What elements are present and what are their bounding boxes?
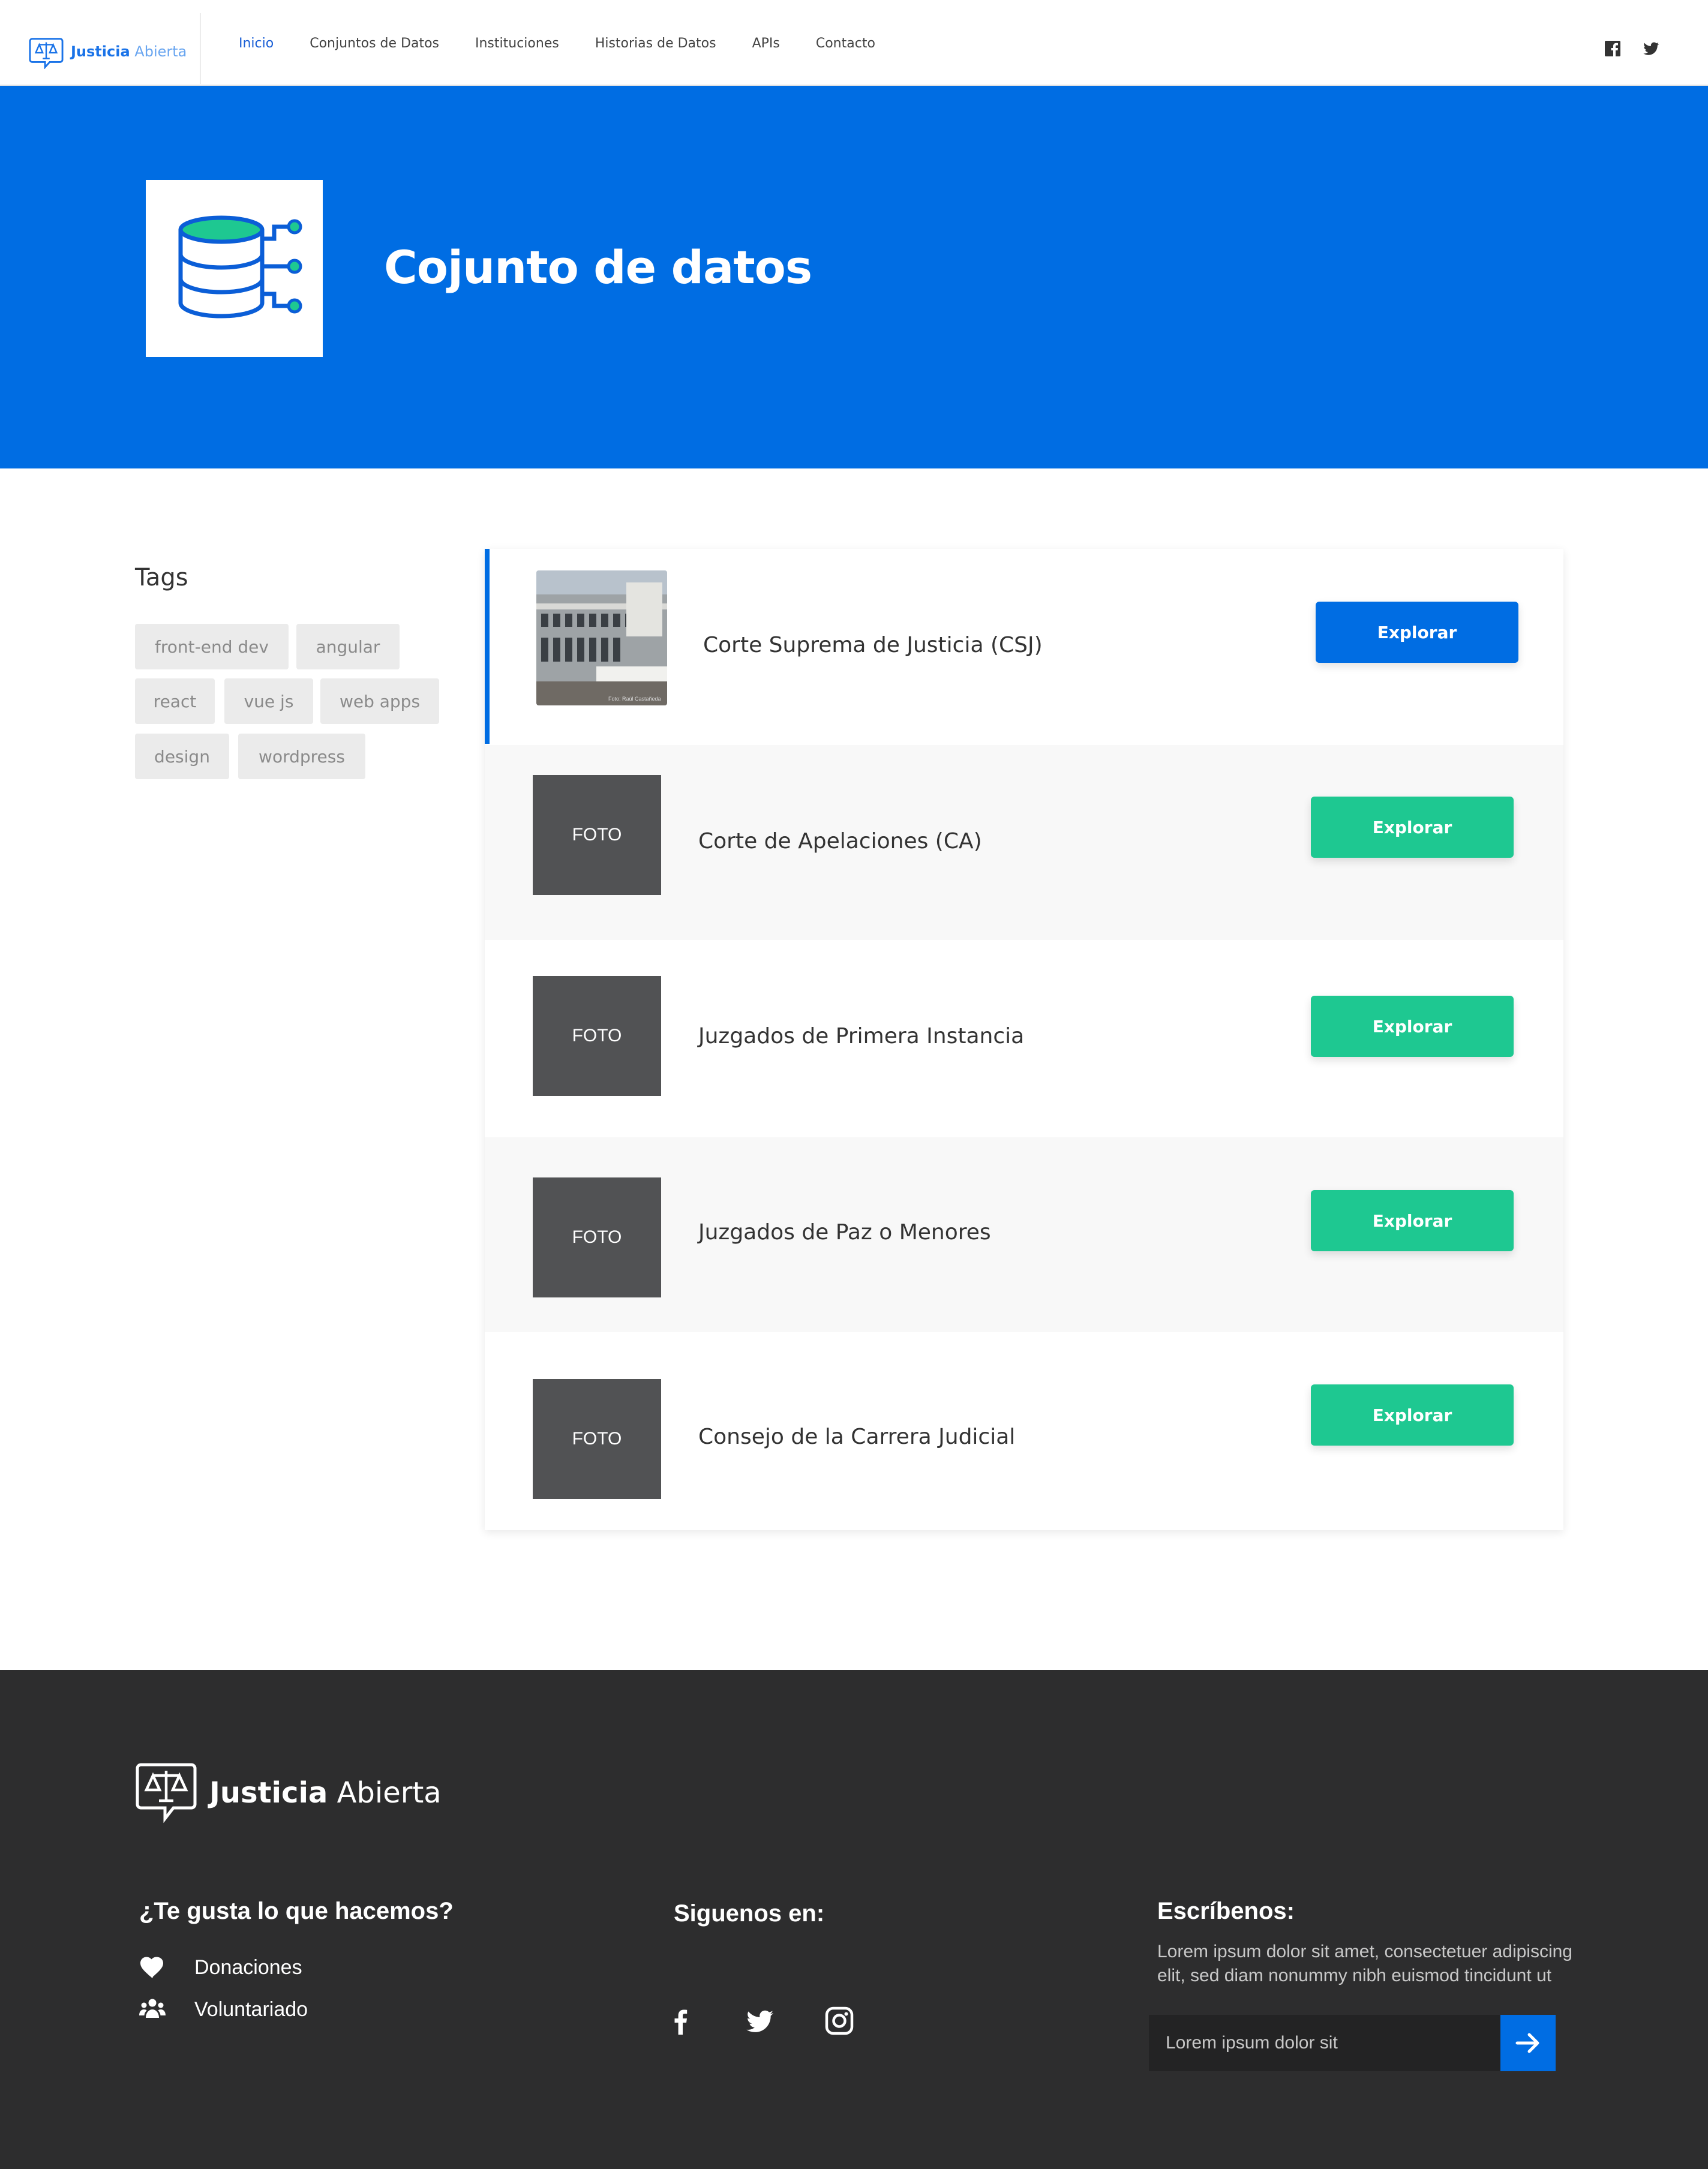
tag-angular[interactable]: angular [296, 624, 400, 669]
explore-button[interactable]: Explorar [1311, 797, 1514, 858]
nav-instituciones[interactable]: Instituciones [475, 36, 559, 51]
twitter-icon[interactable] [745, 2006, 775, 2036]
top-navbar: Justicia Abierta Inicio Conjuntos de Dat… [0, 0, 1708, 86]
explore-button[interactable]: Explorar [1311, 996, 1514, 1057]
tag-wordpress[interactable]: wordpress [238, 734, 365, 779]
submit-button[interactable] [1500, 2015, 1556, 2071]
photo-placeholder: FOTO [533, 976, 661, 1096]
site-footer: Justicia Abierta ¿Te gusta lo que hacemo… [0, 1670, 1708, 2169]
nav-contacto[interactable]: Contacto [816, 36, 875, 51]
people-icon [139, 1999, 166, 2018]
arrow-right-icon [1515, 2033, 1539, 2053]
facebook-icon[interactable] [666, 2006, 696, 2036]
support-heading: ¿Te gusta lo que hacemos? [139, 1898, 454, 1924]
footer-social [666, 2006, 854, 2036]
nav-apis[interactable]: APIs [752, 36, 780, 51]
donations-label: Donaciones [194, 1955, 302, 1979]
list-item[interactable]: Foto: Raúl Castañeda Corte Suprema de Ju… [485, 549, 1563, 744]
header-social [1604, 40, 1660, 58]
photo-caption: Foto: Raúl Castañeda [608, 696, 661, 702]
list-item[interactable]: FOTO Consejo de la Carrera Judicial Expl… [485, 1333, 1563, 1528]
explore-button[interactable]: Explorar [1311, 1384, 1514, 1446]
tag-front-end-dev[interactable]: front-end dev [135, 624, 289, 669]
contact-heading: Escríbenos: [1157, 1898, 1295, 1924]
dataset-title[interactable]: Corte de Apelaciones (CA) [698, 829, 982, 854]
heart-icon [140, 1957, 163, 1978]
list-item[interactable]: FOTO Corte de Apelaciones (CA) Explorar [485, 745, 1563, 940]
page-title: Cojunto de datos [384, 241, 812, 294]
database-icon [178, 215, 302, 319]
dataset-title[interactable]: Juzgados de Primera Instancia [698, 1024, 1024, 1049]
main-nav: Inicio Conjuntos de Datos Instituciones … [239, 36, 911, 51]
tag-design[interactable]: design [135, 734, 229, 779]
list-item[interactable]: FOTO Juzgados de Primera Instancia Explo… [485, 941, 1563, 1136]
dataset-title[interactable]: Juzgados de Paz o Menores [698, 1220, 991, 1245]
donations-link[interactable]: Donaciones [139, 1955, 302, 1979]
instagram-icon[interactable] [824, 2006, 854, 2036]
nav-conjuntos-de-datos[interactable]: Conjuntos de Datos [310, 36, 439, 51]
hero-icon-box [146, 180, 323, 357]
twitter-icon[interactable] [1642, 40, 1660, 58]
photo-placeholder: FOTO [533, 1379, 661, 1499]
explore-button[interactable]: Explorar [1316, 602, 1518, 663]
volunteer-label: Voluntariado [194, 1997, 308, 2021]
list-item[interactable]: FOTO Juzgados de Paz o Menores Explorar [485, 1137, 1563, 1332]
dataset-list: Foto: Raúl Castañeda Corte Suprema de Ju… [485, 549, 1563, 1530]
nav-inicio[interactable]: Inicio [239, 36, 274, 51]
facebook-icon[interactable] [1604, 40, 1622, 58]
contact-description: Lorem ipsum dolor sit amet, consectetuer… [1157, 1942, 1572, 1985]
footer-logo-bold: Justicia [209, 1776, 328, 1810]
nav-divider [200, 13, 201, 84]
nav-historias-de-datos[interactable]: Historias de Datos [595, 36, 716, 51]
tag-react[interactable]: react [135, 678, 215, 724]
scales-logo-icon [136, 1763, 197, 1823]
volunteer-link[interactable]: Voluntariado [139, 1997, 308, 2021]
logo-bold-text: Justicia [71, 43, 130, 60]
tag-vue-js[interactable]: vue js [224, 678, 313, 724]
hero-banner: Cojunto de datos [0, 86, 1708, 468]
photo-placeholder: FOTO [533, 775, 661, 895]
dataset-title[interactable]: Corte Suprema de Justicia (CSJ) [703, 633, 1043, 657]
newsletter-input[interactable] [1149, 2015, 1500, 2071]
explore-button[interactable]: Explorar [1311, 1190, 1514, 1251]
follow-heading: Siguenos en: [674, 1900, 825, 1927]
footer-logo-light: Abierta [337, 1776, 442, 1810]
tag-web-apps[interactable]: web apps [320, 678, 439, 724]
court-building-photo: Foto: Raúl Castañeda [536, 570, 667, 705]
logo-light-text: Abierta [134, 43, 187, 60]
footer-logo[interactable]: Justicia Abierta [135, 1761, 442, 1825]
photo-placeholder: FOTO [533, 1177, 661, 1297]
scales-logo-icon [29, 38, 64, 69]
site-logo[interactable]: Justicia Abierta [29, 34, 187, 70]
dataset-title[interactable]: Consejo de la Carrera Judicial [698, 1425, 1015, 1449]
tags-heading: Tags [135, 564, 188, 591]
